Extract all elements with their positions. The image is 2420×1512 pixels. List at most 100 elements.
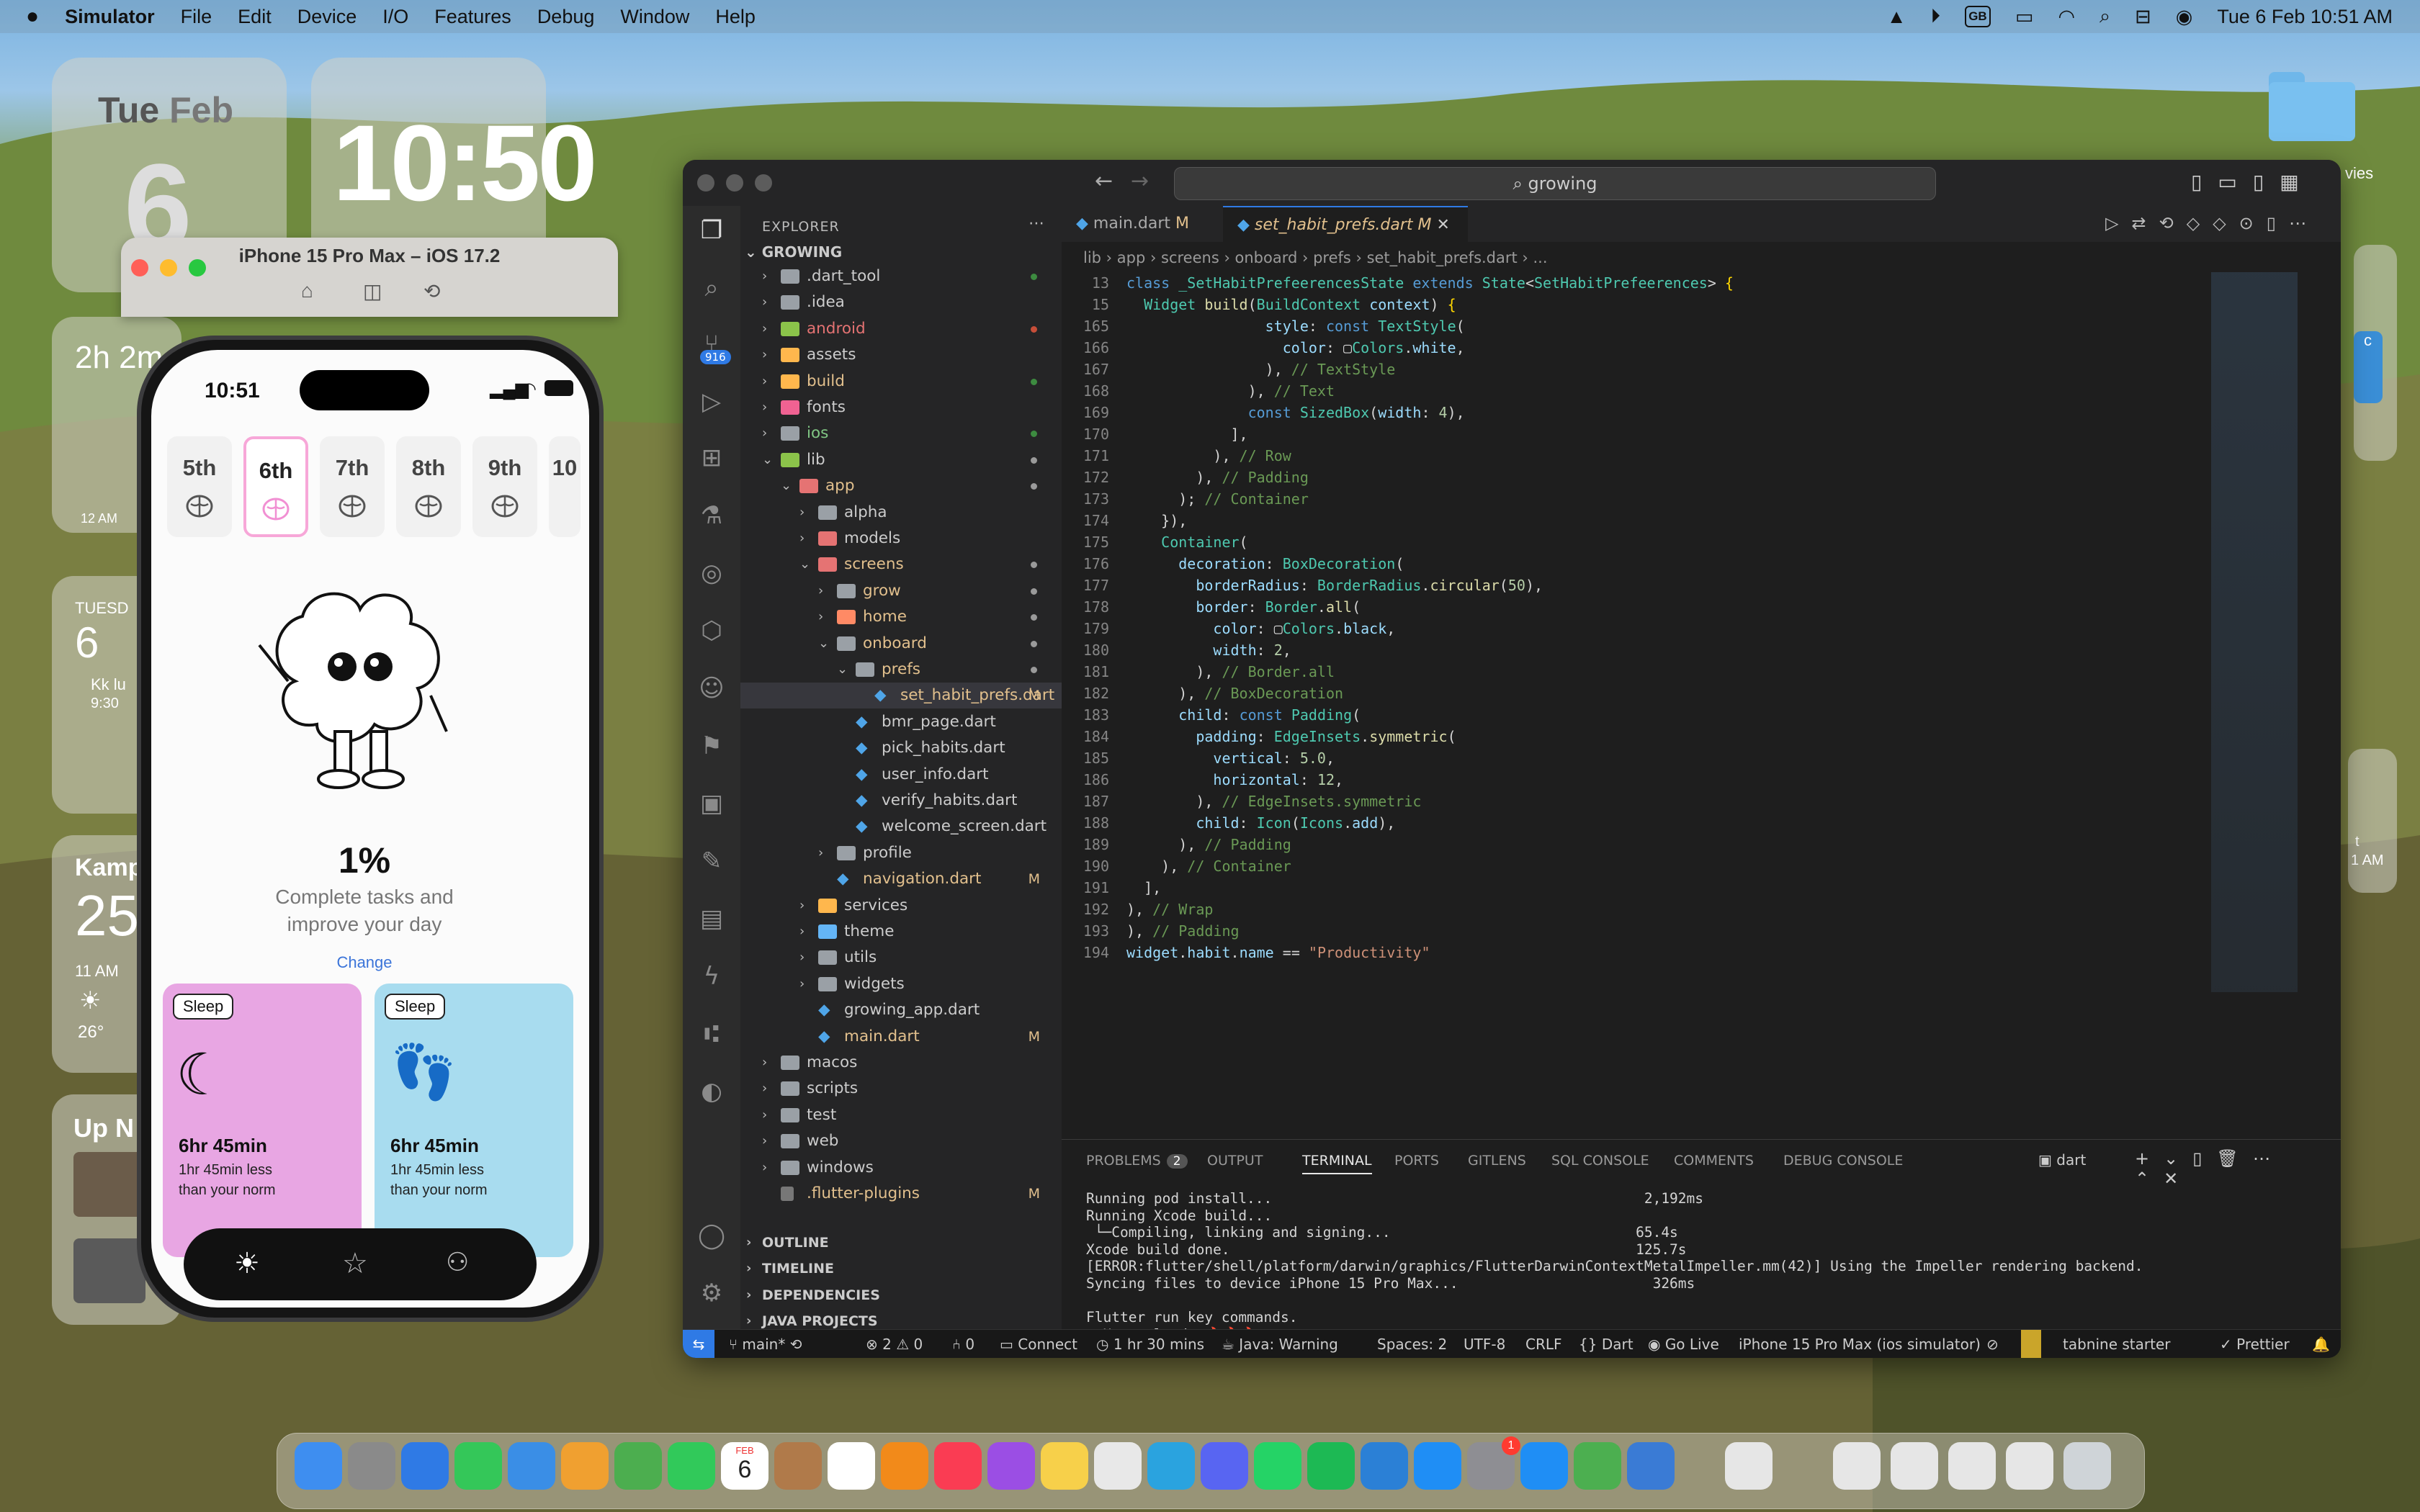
containers-icon[interactable]: ⬡: [697, 616, 726, 645]
code-line[interactable]: 180 width: 2,: [1062, 639, 2286, 661]
menu-debug[interactable]: Debug: [537, 6, 595, 28]
tree-folder[interactable]: ⌄ prefs: [740, 657, 1062, 683]
code-line[interactable]: 173 ); // Container: [1062, 488, 2286, 510]
tree-folder[interactable]: › fonts: [740, 395, 1062, 420]
code-editor[interactable]: 13 class _SetHabitPrefeerencesState exten…: [1062, 272, 2341, 1079]
day-chip[interactable]: 9th: [472, 436, 537, 537]
encoding[interactable]: UTF-8: [1464, 1330, 1505, 1358]
tree-folder[interactable]: › .dart_tool: [740, 264, 1062, 289]
git-branch[interactable]: ⑂ main* ⟲: [729, 1330, 802, 1358]
code-line[interactable]: 167 ), // TextStyle: [1062, 359, 2286, 380]
breadcrumb[interactable]: lib › app › screens › onboard › prefs › …: [1083, 249, 1548, 266]
whatsapp-icon[interactable]: [1254, 1442, 1301, 1490]
terminal-selector[interactable]: ▣ dart: [2038, 1151, 2086, 1169]
right-widget[interactable]: c: [2354, 245, 2397, 461]
menu-help[interactable]: Help: [715, 6, 756, 28]
command-center-search[interactable]: ⌕ growing: [1174, 167, 1936, 200]
line-ending[interactable]: CRLF: [1525, 1330, 1562, 1358]
simulator-icon[interactable]: [1627, 1442, 1675, 1490]
search-icon[interactable]: ⌕: [697, 274, 726, 302]
tree-folder[interactable]: › .idea: [740, 289, 1062, 315]
trash-icon[interactable]: [2063, 1442, 2111, 1490]
workspace-root[interactable]: ⌄ GROWING: [745, 243, 842, 261]
tree-folder[interactable]: › alpha: [740, 500, 1062, 526]
menu-edit[interactable]: Edit: [238, 6, 272, 28]
tree-file[interactable]: ◆ growing_app.dart: [740, 997, 1062, 1023]
facetime-icon[interactable]: [668, 1442, 715, 1490]
indentation[interactable]: Spaces: 2: [1377, 1330, 1447, 1358]
tree-folder[interactable]: › grow: [740, 578, 1062, 604]
edge-icon[interactable]: [1520, 1442, 1568, 1490]
menu-device[interactable]: Device: [297, 6, 357, 28]
launchpad-icon[interactable]: [348, 1442, 395, 1490]
tab-set-habit-prefs[interactable]: ◆ set_habit_prefs.dart M ✕: [1223, 206, 1468, 243]
control-center-icon[interactable]: ⊟: [2135, 6, 2151, 28]
screenshots-stack-icon[interactable]: [1833, 1442, 1881, 1490]
code-line[interactable]: 185 vertical: 5.0,: [1062, 747, 2286, 769]
settings-gear-icon[interactable]: ⚙: [697, 1279, 726, 1308]
testing-icon[interactable]: ⚗: [697, 501, 726, 530]
remote-indicator[interactable]: ⇆: [683, 1330, 714, 1358]
gitlens-icon[interactable]: ⑆: [697, 1020, 726, 1048]
tree-folder[interactable]: › scripts: [740, 1076, 1062, 1102]
run-debug-icon[interactable]: ▷: [697, 387, 726, 416]
code-line[interactable]: 174 }),: [1062, 510, 2286, 531]
code-line[interactable]: 192), // Wrap: [1062, 899, 2286, 920]
photos-icon[interactable]: [561, 1442, 609, 1490]
code-line[interactable]: 183 child: const Padding(: [1062, 704, 2286, 726]
tree-file[interactable]: ◆ verify_habits.dart: [740, 788, 1062, 814]
tabnine-status[interactable]: [2021, 1330, 2041, 1358]
tree-folder[interactable]: › services: [740, 893, 1062, 919]
menu-simulator[interactable]: Simulator: [65, 6, 155, 28]
tree-folder[interactable]: › windows: [740, 1155, 1062, 1181]
home-icon[interactable]: ⌂: [301, 279, 313, 302]
chrome-icon[interactable]: [1094, 1442, 1142, 1490]
close-tab-icon[interactable]: ✕: [1437, 216, 1450, 234]
minimize-button[interactable]: [726, 174, 743, 192]
explorer-section-outline[interactable]: › OUTLINE: [740, 1230, 1062, 1256]
code-line[interactable]: 182 ), // BoxDecoration: [1062, 683, 2286, 704]
podcasts-icon[interactable]: [987, 1442, 1035, 1490]
code-line[interactable]: 184 padding: EdgeInsets.symmetric(: [1062, 726, 2286, 747]
comments-icon[interactable]: ▣: [697, 789, 726, 818]
tree-folder[interactable]: ⌄ app: [740, 473, 1062, 499]
prettier-status[interactable]: ✓ Prettier: [2220, 1330, 2290, 1358]
code-line[interactable]: 169 const SizedBox(width: 4),: [1062, 402, 2286, 423]
reminders-icon[interactable]: [828, 1442, 875, 1490]
tabnine-label[interactable]: tabnine starter: [2063, 1330, 2170, 1358]
notifications-bell-icon[interactable]: 🔔: [2312, 1330, 2330, 1358]
panel-tab-sql-console[interactable]: SQL CONSOLE: [1551, 1153, 1649, 1169]
explorer-section-dependencies[interactable]: › DEPENDENCIES: [740, 1282, 1062, 1308]
java-status[interactable]: ☕ Java: Warning: [1222, 1330, 1338, 1358]
day-chip[interactable]: 7th: [320, 436, 385, 537]
menu-window[interactable]: Window: [620, 6, 689, 28]
tree-file[interactable]: ◆ set_habit_prefs.dart M: [740, 683, 1062, 709]
tree-folder[interactable]: › web: [740, 1128, 1062, 1154]
tree-folder[interactable]: ⌄ screens: [740, 552, 1062, 577]
tree-folder[interactable]: › assets: [740, 342, 1062, 368]
extensions-icon[interactable]: ⊞: [697, 444, 726, 472]
zoom-button[interactable]: [755, 174, 772, 192]
panel-tab-problems[interactable]: PROBLEMS 2: [1086, 1153, 1188, 1169]
telegram-icon[interactable]: [1147, 1442, 1195, 1490]
rotate-icon[interactable]: ⟲: [424, 279, 440, 303]
day-chip[interactable]: 8th: [396, 436, 461, 537]
change-link[interactable]: Change: [151, 953, 578, 972]
siri-icon[interactable]: ◉: [2176, 6, 2193, 28]
input-source-icon[interactable]: GB: [1964, 6, 1991, 27]
panel-tab-ports[interactable]: PORTS: [1394, 1153, 1439, 1169]
panel-tab-debug-console[interactable]: DEBUG CONSOLE: [1783, 1153, 1903, 1169]
vlc-status-icon[interactable]: ▲: [1887, 6, 1906, 28]
editor-actions-icons[interactable]: ▷⇄⟲◇◇⊙▯⋯: [2105, 213, 2319, 233]
tree-folder[interactable]: › utils: [740, 945, 1062, 971]
tree-file[interactable]: ◆ main.dart M: [740, 1024, 1062, 1050]
panel-tab-gitlens[interactable]: GITLENS: [1468, 1153, 1526, 1169]
downloads-stack-icon[interactable]: [2006, 1442, 2053, 1490]
code-line[interactable]: 179 color: ▢Colors.black,: [1062, 618, 2286, 639]
simulator-window[interactable]: iPhone 15 Pro Max – iOS 17.2 ⌂ ◫ ⟲: [121, 238, 618, 317]
code-line[interactable]: 165 style: const TextStyle(: [1062, 315, 2286, 337]
pdf-stack-icon[interactable]: [1725, 1442, 1773, 1490]
flutter-device[interactable]: iPhone 15 Pro Max (ios simulator): [1739, 1330, 1981, 1358]
problems-status[interactable]: ⊗ 2 ⚠ 0: [866, 1330, 923, 1358]
copilot-icon[interactable]: ☺: [697, 674, 726, 703]
